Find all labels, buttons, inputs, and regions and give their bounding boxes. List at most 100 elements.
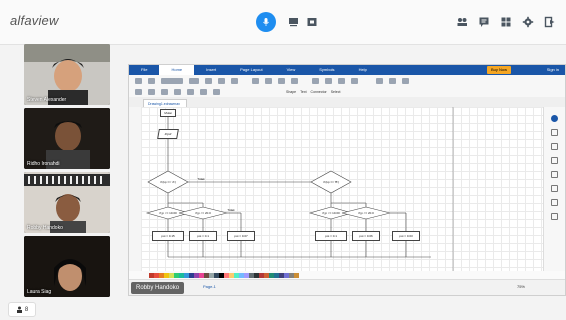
history-icon[interactable]: [551, 213, 558, 220]
menu-file[interactable]: File: [129, 65, 159, 75]
participant-name: Steven Alexander: [27, 97, 67, 103]
top-bar: alfaview: [0, 0, 566, 45]
panel-toggle-icon[interactable]: [551, 115, 558, 122]
participant-tile[interactable]: Steven Alexander: [24, 44, 110, 105]
menu-home[interactable]: Home: [159, 65, 195, 75]
arrange-icon[interactable]: [402, 77, 409, 84]
align-icon[interactable]: [218, 77, 225, 84]
format-icon[interactable]: [325, 77, 332, 84]
bold-icon[interactable]: [161, 88, 168, 95]
underline-icon[interactable]: [187, 88, 194, 95]
process-node[interactable]: pot = 0.15: [152, 231, 184, 241]
participant-tile[interactable]: Laura Siag: [24, 236, 110, 297]
settings-button[interactable]: [521, 15, 535, 29]
presentation-button[interactable]: [287, 15, 301, 29]
zoom-level[interactable]: 75%: [517, 284, 525, 289]
arrange-icon[interactable]: [376, 77, 383, 84]
strikethrough-icon[interactable]: [200, 88, 207, 95]
fill-icon[interactable]: [551, 129, 558, 136]
video-feed: [24, 236, 110, 297]
drawing-canvas[interactable]: if (kp == 'A') if (kp == 'B') if jp <= 1…: [141, 107, 543, 271]
page-tab[interactable]: Page-1: [203, 284, 216, 289]
app-logo: alfaview: [10, 13, 59, 28]
text-label: Text: [300, 89, 307, 94]
buy-now-button[interactable]: Buy Now: [486, 66, 511, 74]
align-icon[interactable]: [231, 77, 238, 84]
flowchart-connectors: if (kp == 'A') if (kp == 'B') if jp <= 1…: [145, 107, 454, 271]
microphone-icon: [263, 18, 269, 26]
participant-tile[interactable]: Robby Handoko: [24, 172, 110, 233]
branch-label: Tidak: [197, 177, 205, 181]
layer-icon[interactable]: [551, 171, 558, 178]
people-icon: [457, 18, 467, 26]
participant-count: 8: [24, 306, 29, 313]
select-label: Select: [330, 89, 341, 94]
menu-bar: File Home Insert Page Layout View Symbol…: [129, 65, 565, 75]
decision-label: if jp <= 10.00: [322, 211, 340, 215]
decision-label: if jp <= 20.0: [358, 211, 374, 215]
chat-icon: [479, 17, 489, 27]
format-icon[interactable]: [351, 77, 358, 84]
shape-label: Shape: [286, 89, 297, 94]
document-tab[interactable]: Drawing1.edrawmax: [143, 99, 187, 107]
page-icon[interactable]: [551, 185, 558, 192]
sign-in-link[interactable]: Sign in: [547, 65, 559, 75]
shuffle-icon[interactable]: [551, 199, 558, 206]
shadow-icon[interactable]: [551, 157, 558, 164]
decision-label: if (kp == 'B'): [323, 180, 339, 184]
arrange-icon[interactable]: [389, 77, 396, 84]
presenter-label: Robby Handoko: [131, 282, 185, 294]
exit-icon: [544, 16, 555, 28]
start-node[interactable]: Mulai: [160, 109, 176, 117]
align-icon[interactable]: [205, 77, 212, 84]
cut-icon[interactable]: [135, 77, 142, 84]
font-size-select[interactable]: [189, 77, 199, 84]
branch-label: Tidak: [227, 208, 235, 212]
copy-icon[interactable]: [148, 77, 155, 84]
presentation-icon: [289, 18, 298, 27]
menu-page-layout[interactable]: Page Layout: [228, 65, 274, 75]
connector-label: Connector: [310, 89, 327, 94]
color-swatch[interactable]: [294, 272, 299, 278]
input-node[interactable]: Input: [157, 129, 179, 139]
participant-name: Robby Handoko: [27, 225, 63, 231]
chat-button[interactable]: [477, 15, 491, 29]
video-feed: [24, 44, 110, 105]
connector-icon[interactable]: [278, 77, 285, 84]
format-icon[interactable]: [312, 77, 319, 84]
people-button[interactable]: [455, 15, 469, 29]
participant-name: Laura Siag: [27, 289, 52, 295]
participant-tile[interactable]: Ridho Ironahdi: [24, 108, 110, 169]
shape-icon[interactable]: [252, 77, 259, 84]
exit-button[interactable]: [543, 15, 557, 29]
font-select[interactable]: [161, 77, 183, 84]
menu-insert[interactable]: Insert: [194, 65, 228, 75]
right-side-panel: [543, 107, 565, 271]
process-node[interactable]: pot = 0.07: [227, 231, 255, 241]
video-icon: [307, 18, 317, 26]
menu-help[interactable]: Help: [347, 65, 379, 75]
process-node[interactable]: pot = 0.06: [352, 231, 380, 241]
decision-label: if jp <= 10.00: [159, 211, 177, 215]
undo-icon[interactable]: [135, 88, 142, 95]
menu-symbols[interactable]: Symbols: [307, 65, 346, 75]
apps-button[interactable]: [499, 15, 513, 29]
participant-count-button[interactable]: 8: [8, 302, 36, 317]
format-icon[interactable]: [338, 77, 345, 84]
color-palette: [129, 271, 565, 279]
process-node[interactable]: pot = 0.1: [189, 231, 217, 241]
process-node[interactable]: pot = 0.03: [392, 231, 420, 241]
italic-icon[interactable]: [174, 88, 181, 95]
process-node[interactable]: pot = 0.1: [315, 231, 347, 241]
video-feed: [24, 108, 110, 169]
line-icon[interactable]: [551, 143, 558, 150]
video-feed: [24, 172, 110, 233]
redo-icon[interactable]: [148, 88, 155, 95]
decision-label: if (kp == 'A'): [160, 180, 176, 184]
text-tool-icon[interactable]: [265, 77, 272, 84]
video-button[interactable]: [305, 15, 319, 29]
font-color-icon[interactable]: [213, 88, 220, 95]
select-icon[interactable]: [291, 77, 298, 84]
menu-view[interactable]: View: [275, 65, 308, 75]
microphone-button[interactable]: [256, 12, 276, 32]
